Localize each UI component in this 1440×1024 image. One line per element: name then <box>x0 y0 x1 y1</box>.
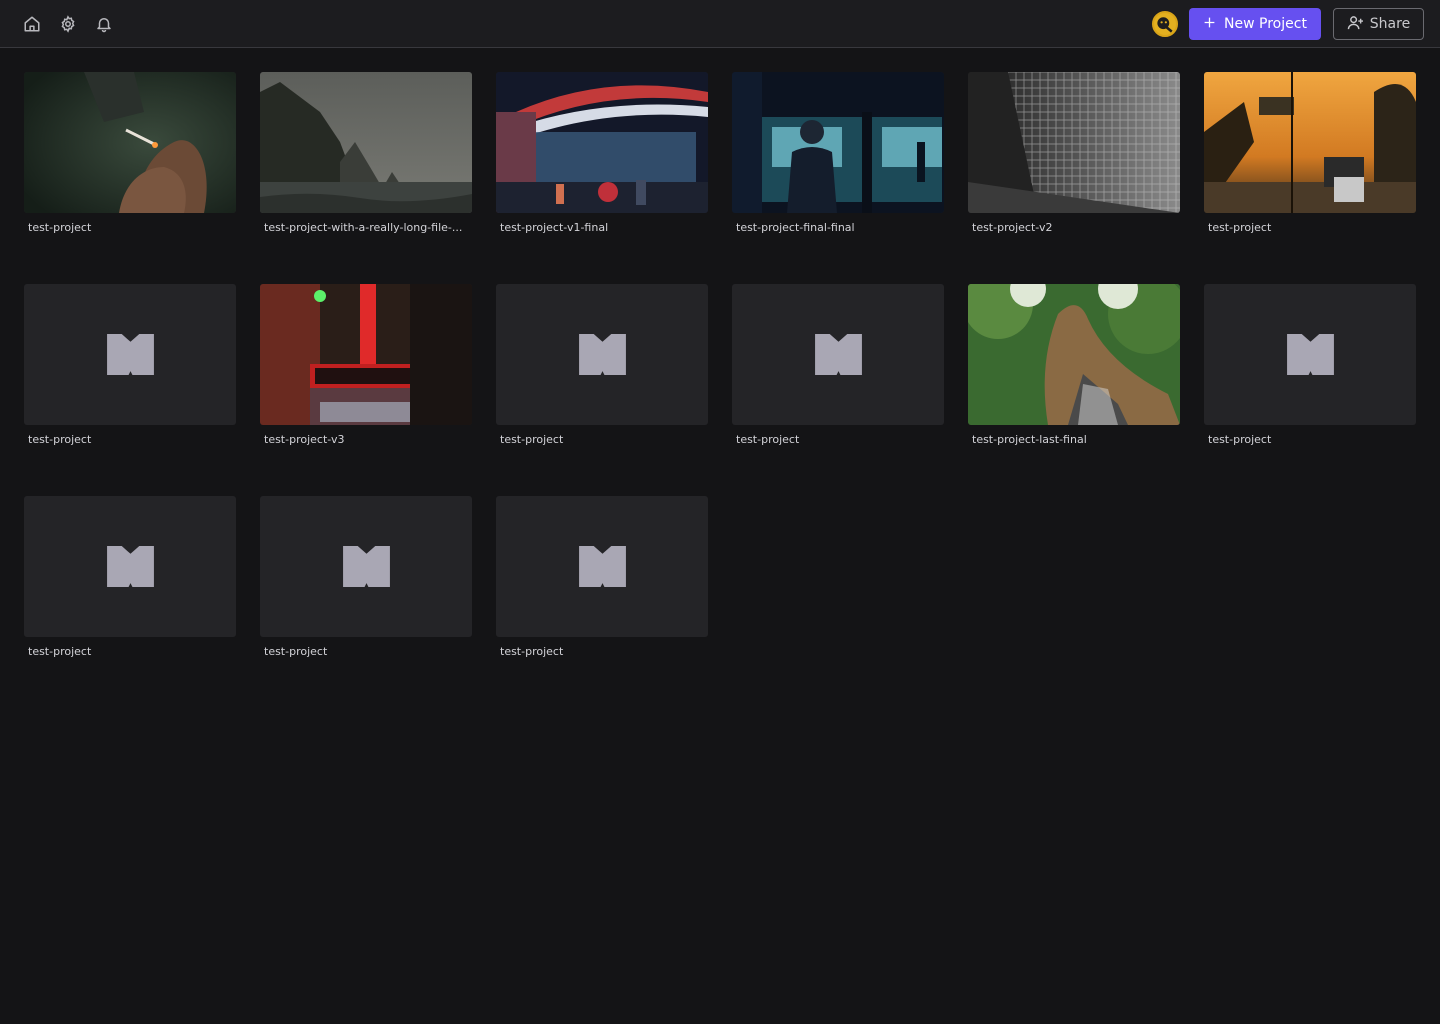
add-user-icon <box>1347 15 1364 34</box>
project-thumbnail[interactable] <box>732 72 944 213</box>
project-thumbnail-placeholder[interactable] <box>496 496 708 637</box>
project-grid: test-project test-project-with-a-really-… <box>24 72 1416 658</box>
project-thumbnail-placeholder[interactable] <box>24 284 236 425</box>
project-card[interactable]: test-project <box>24 284 236 446</box>
placeholder-logo-icon <box>106 334 154 375</box>
project-thumbnail[interactable] <box>260 72 472 213</box>
placeholder-logo-icon <box>578 334 626 375</box>
project-card[interactable]: test-project <box>24 496 236 658</box>
project-card[interactable]: test-project-last-final <box>968 284 1180 446</box>
project-thumbnail[interactable] <box>260 284 472 425</box>
share-label: Share <box>1369 16 1411 32</box>
new-project-button[interactable]: New Project <box>1189 8 1321 40</box>
project-thumbnail-placeholder[interactable] <box>260 496 472 637</box>
project-name: test-project <box>264 645 328 658</box>
project-name: test-project <box>28 221 92 234</box>
project-name: test-project-v3 <box>264 433 345 446</box>
avatar[interactable] <box>1152 11 1178 37</box>
project-name: test-project <box>28 433 92 446</box>
plus-icon <box>1203 16 1216 33</box>
project-card[interactable]: test-project <box>732 284 944 446</box>
project-card[interactable]: test-project-final-final <box>732 72 944 234</box>
project-name: test-project <box>1208 221 1272 234</box>
placeholder-logo-icon <box>106 546 154 587</box>
project-card[interactable]: test-project <box>24 72 236 234</box>
top-bar: New Project Share <box>0 0 1440 48</box>
project-card[interactable]: test-project <box>260 496 472 658</box>
project-thumbnail[interactable] <box>24 72 236 213</box>
project-name: test-project <box>28 645 92 658</box>
new-project-label: New Project <box>1224 16 1307 32</box>
project-card[interactable]: test-project-with-a-really-long-file-... <box>260 72 472 234</box>
project-thumbnail-placeholder[interactable] <box>24 496 236 637</box>
placeholder-logo-icon <box>1286 334 1334 375</box>
project-card[interactable]: test-project-v2 <box>968 72 1180 234</box>
project-name: test-project-final-final <box>736 221 855 234</box>
project-thumbnail-placeholder[interactable] <box>732 284 944 425</box>
project-name: test-project <box>500 433 564 446</box>
project-name: test-project-v1-final <box>500 221 609 234</box>
project-thumbnail[interactable] <box>968 284 1180 425</box>
project-card[interactable]: test-project <box>496 496 708 658</box>
project-name: test-project-last-final <box>972 433 1087 446</box>
bell-icon[interactable] <box>92 12 116 36</box>
project-name: test-project-v2 <box>972 221 1053 234</box>
project-card[interactable]: test-project <box>1204 72 1416 234</box>
project-card[interactable]: test-project <box>496 284 708 446</box>
project-name: test-project <box>500 645 564 658</box>
project-name: test-project-with-a-really-long-file-... <box>264 221 463 234</box>
project-thumbnail[interactable] <box>1204 72 1416 213</box>
home-icon[interactable] <box>20 12 44 36</box>
project-thumbnail[interactable] <box>496 72 708 213</box>
share-button[interactable]: Share <box>1333 8 1424 40</box>
project-thumbnail[interactable] <box>968 72 1180 213</box>
project-name: test-project <box>1208 433 1272 446</box>
gear-icon[interactable] <box>56 12 80 36</box>
placeholder-logo-icon <box>342 546 390 587</box>
placeholder-logo-icon <box>578 546 626 587</box>
project-card[interactable]: test-project-v3 <box>260 284 472 446</box>
project-card[interactable]: test-project-v1-final <box>496 72 708 234</box>
project-card[interactable]: test-project <box>1204 284 1416 446</box>
project-name: test-project <box>736 433 800 446</box>
project-thumbnail-placeholder[interactable] <box>1204 284 1416 425</box>
project-thumbnail-placeholder[interactable] <box>496 284 708 425</box>
placeholder-logo-icon <box>814 334 862 375</box>
